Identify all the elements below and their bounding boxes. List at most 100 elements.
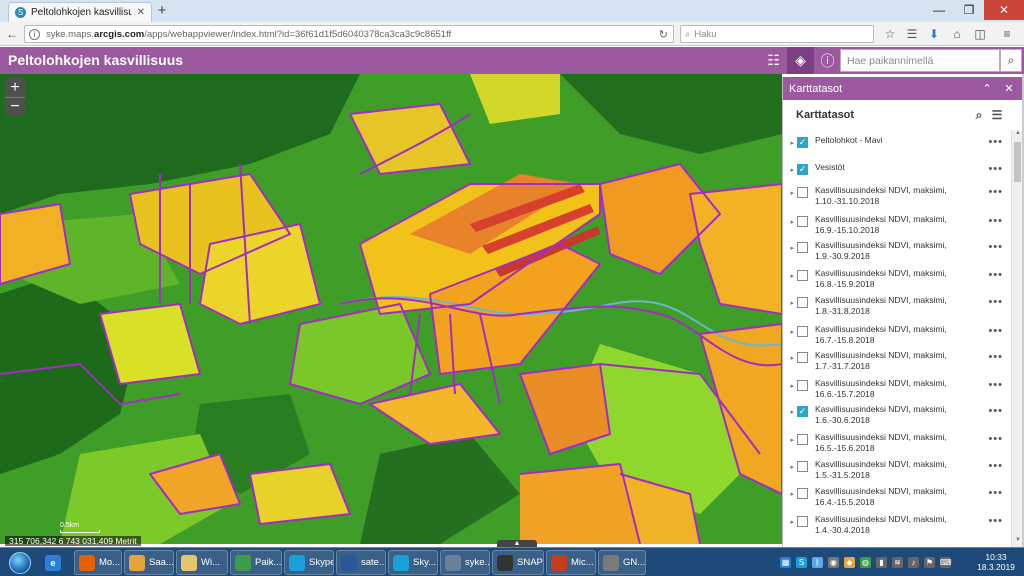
layer-more-icon[interactable]: ••• bbox=[988, 186, 1003, 198]
window-close-icon[interactable]: ✕ bbox=[984, 0, 1024, 20]
layer-item[interactable]: ▸ Kasvillisuusindeksi NDVI, maksimi, 16.6… bbox=[783, 378, 1011, 400]
taskbar-button[interactable]: SNAP bbox=[492, 550, 544, 575]
map-view[interactable]: 0.5km bbox=[0, 74, 782, 544]
expand-arrow-icon[interactable]: ▸ bbox=[783, 514, 797, 526]
tray-bluetooth-icon[interactable]: ᛒ bbox=[812, 556, 823, 568]
place-search-input[interactable]: Hae paikannimellä bbox=[840, 49, 1000, 72]
expand-arrow-icon[interactable]: ▸ bbox=[783, 324, 797, 336]
expand-arrow-icon[interactable]: ▸ bbox=[783, 240, 797, 252]
expand-arrow-icon[interactable]: ▸ bbox=[783, 459, 797, 471]
tray-input-icon[interactable]: ⌨ bbox=[940, 556, 952, 568]
layer-visibility-checkbox[interactable] bbox=[797, 326, 808, 337]
taskbar-clock[interactable]: 10:33 18.3.2019 bbox=[975, 552, 1017, 572]
taskbar-button[interactable]: Saa... bbox=[124, 550, 174, 575]
expand-arrow-icon[interactable]: ▸ bbox=[783, 268, 797, 280]
layer-more-icon[interactable]: ••• bbox=[988, 136, 1003, 148]
layer-item[interactable]: ▸ Kasvillisuusindeksi NDVI, maksimi, 1.7.… bbox=[783, 350, 1011, 372]
browser-search-box[interactable]: ⌕ Haku bbox=[680, 25, 874, 43]
layer-more-icon[interactable]: ••• bbox=[988, 487, 1003, 499]
layer-visibility-checkbox[interactable]: ✓ bbox=[797, 406, 808, 417]
layer-more-icon[interactable]: ••• bbox=[988, 351, 1003, 363]
downloads-icon[interactable]: ⬇ bbox=[925, 25, 943, 43]
taskbar-button[interactable]: Wi... bbox=[176, 550, 228, 575]
layer-item[interactable]: ▸ Kasvillisuusindeksi NDVI, maksimi, 16.8… bbox=[783, 268, 1011, 290]
layer-visibility-checkbox[interactable] bbox=[797, 434, 808, 445]
layer-visibility-checkbox[interactable]: ✓ bbox=[797, 164, 808, 175]
layers-icon[interactable]: ◈ bbox=[787, 47, 814, 74]
taskbar-button[interactable]: Mic... bbox=[546, 550, 596, 575]
expand-arrow-icon[interactable]: ▸ bbox=[783, 404, 797, 416]
minimize-icon[interactable]: — bbox=[924, 0, 954, 20]
layer-item[interactable]: ▸ ✓ Peltolohkot - Mavi ••• bbox=[783, 135, 1011, 148]
layer-item[interactable]: ▸ Kasvillisuusindeksi NDVI, maksimi, 1.8.… bbox=[783, 295, 1011, 317]
attribute-table-toggle[interactable]: ▲ bbox=[497, 540, 537, 547]
tray-volume-icon[interactable]: ♪ bbox=[908, 556, 919, 568]
tray-wifi-icon[interactable]: ≋ bbox=[892, 556, 903, 568]
expand-arrow-icon[interactable]: ▸ bbox=[783, 162, 797, 174]
layer-visibility-checkbox[interactable] bbox=[797, 488, 808, 499]
scroll-thumb[interactable] bbox=[1014, 142, 1021, 182]
expand-arrow-icon[interactable]: ▸ bbox=[783, 135, 797, 147]
panel-close-icon[interactable]: ✕ bbox=[1001, 80, 1017, 96]
maximize-icon[interactable]: ❐ bbox=[954, 0, 984, 20]
taskbar-button[interactable]: Sky... bbox=[388, 550, 438, 575]
layer-more-icon[interactable]: ••• bbox=[988, 405, 1003, 417]
expand-arrow-icon[interactable]: ▸ bbox=[783, 214, 797, 226]
expand-arrow-icon[interactable]: ▸ bbox=[783, 350, 797, 362]
layer-item[interactable]: ▸ Kasvillisuusindeksi NDVI, maksimi, 1.10… bbox=[783, 185, 1011, 207]
layer-visibility-checkbox[interactable] bbox=[797, 242, 808, 253]
layer-more-icon[interactable]: ••• bbox=[988, 163, 1003, 175]
taskbar-button[interactable]: sate... bbox=[336, 550, 386, 575]
layer-visibility-checkbox[interactable] bbox=[797, 297, 808, 308]
back-icon[interactable]: ← bbox=[3, 25, 21, 43]
collapse-icon[interactable]: ⌃ bbox=[979, 80, 995, 96]
layer-item[interactable]: ▸ ✓ Kasvillisuusindeksi NDVI, maksimi, 1.6… bbox=[783, 404, 1011, 426]
expand-arrow-icon[interactable]: ▸ bbox=[783, 432, 797, 444]
layer-more-icon[interactable]: ••• bbox=[988, 460, 1003, 472]
layer-visibility-checkbox[interactable] bbox=[797, 516, 808, 527]
layer-more-icon[interactable]: ••• bbox=[988, 433, 1003, 445]
home-icon[interactable]: ⌂ bbox=[948, 25, 966, 43]
layer-visibility-checkbox[interactable] bbox=[797, 187, 808, 198]
layer-visibility-checkbox[interactable] bbox=[797, 380, 808, 391]
tray-app-icon[interactable]: ▦ bbox=[780, 556, 791, 568]
tab-close-icon[interactable]: ✕ bbox=[137, 7, 145, 18]
tray-dropbox-icon[interactable]: ◆ bbox=[844, 556, 855, 568]
taskbar-button[interactable]: GN... bbox=[598, 550, 646, 575]
layer-visibility-checkbox[interactable]: ✓ bbox=[797, 137, 808, 148]
layer-item[interactable]: ▸ Kasvillisuusindeksi NDVI, maksimi, 16.4… bbox=[783, 486, 1011, 508]
layer-item[interactable]: ▸ ✓ Vesistöt ••• bbox=[783, 162, 1011, 175]
layer-more-icon[interactable]: ••• bbox=[988, 325, 1003, 337]
layer-item[interactable]: ▸ Kasvillisuusindeksi NDVI, maksimi, 16.5… bbox=[783, 432, 1011, 454]
layer-visibility-checkbox[interactable] bbox=[797, 352, 808, 363]
expand-arrow-icon[interactable]: ▸ bbox=[783, 486, 797, 498]
layer-more-icon[interactable]: ••• bbox=[988, 215, 1003, 227]
about-icon[interactable]: ⓘ bbox=[814, 47, 841, 74]
layer-visibility-checkbox[interactable] bbox=[797, 270, 808, 281]
expand-arrow-icon[interactable]: ▸ bbox=[783, 185, 797, 197]
taskbar-button[interactable]: syke... bbox=[440, 550, 490, 575]
taskbar-button[interactable]: Skype bbox=[284, 550, 334, 575]
expand-arrow-icon[interactable]: ▸ bbox=[783, 378, 797, 390]
tray-skype-icon[interactable]: S bbox=[796, 556, 807, 568]
layer-more-icon[interactable]: ••• bbox=[988, 515, 1003, 527]
bookmark-star-icon[interactable]: ☆ bbox=[881, 25, 899, 43]
site-info-icon[interactable]: i bbox=[29, 28, 40, 40]
place-search-button[interactable]: ⌕ bbox=[1000, 49, 1022, 72]
layer-more-icon[interactable]: ••• bbox=[988, 379, 1003, 391]
menu-icon[interactable]: ≡ bbox=[998, 25, 1016, 43]
tray-battery-icon[interactable]: ▮ bbox=[876, 556, 887, 568]
taskbar-button[interactable]: Paik... bbox=[230, 550, 282, 575]
taskbar-button[interactable]: Mo... bbox=[74, 550, 122, 575]
zoom-in-button[interactable]: + bbox=[5, 78, 25, 97]
layer-more-icon[interactable]: ••• bbox=[988, 241, 1003, 253]
tray-antivirus-icon[interactable]: ◉ bbox=[828, 556, 839, 568]
layer-more-icon[interactable]: ••• bbox=[988, 269, 1003, 281]
legend-icon[interactable]: ☷ bbox=[760, 47, 787, 74]
pocket-icon[interactable]: ◫ bbox=[971, 25, 989, 43]
ie-pinned[interactable]: e bbox=[40, 550, 70, 575]
start-button[interactable] bbox=[3, 549, 37, 576]
layer-more-icon[interactable]: ••• bbox=[988, 296, 1003, 308]
layer-search-icon[interactable]: ⌕ bbox=[971, 107, 987, 123]
layer-item[interactable]: ▸ Kasvillisuusindeksi NDVI, maksimi, 16.7… bbox=[783, 324, 1011, 346]
